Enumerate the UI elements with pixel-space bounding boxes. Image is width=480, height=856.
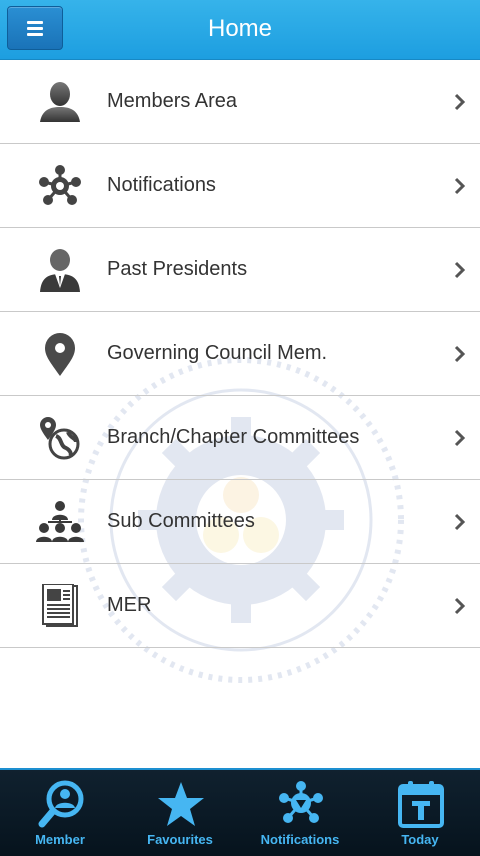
tab-today[interactable]: Today bbox=[360, 770, 480, 856]
star-icon bbox=[158, 782, 204, 826]
menu-item-governing-council[interactable]: Governing Council Mem. bbox=[0, 312, 480, 396]
menu-item-label: MER bbox=[107, 594, 152, 616]
menu-item-label: Governing Council Mem. bbox=[107, 342, 328, 364]
map-pin-icon bbox=[45, 333, 75, 376]
menu-item-sub-committees[interactable]: Sub Committees bbox=[0, 480, 480, 564]
menu-item-past-presidents[interactable]: Past Presidents bbox=[0, 228, 480, 312]
network-icon bbox=[39, 165, 81, 205]
chevron-right-icon bbox=[454, 513, 466, 531]
tab-favourites[interactable]: Favourites bbox=[120, 770, 240, 856]
tab-notifications[interactable]: Notifications bbox=[240, 770, 360, 856]
tab-member[interactable]: Member bbox=[0, 770, 120, 856]
globe-pin-icon bbox=[40, 417, 80, 460]
chevron-right-icon bbox=[454, 597, 466, 615]
home-menu-list: Members Area Notifications Past Presiden bbox=[0, 60, 480, 648]
menu-item-mer[interactable]: MER bbox=[0, 564, 480, 648]
app-header: Home bbox=[0, 0, 480, 60]
chevron-right-icon bbox=[454, 177, 466, 195]
menu-item-label: Branch/Chapter Committees bbox=[107, 426, 360, 448]
menu-item-label: Notifications bbox=[107, 174, 216, 196]
menu-item-label: Sub Committees bbox=[107, 510, 255, 532]
chevron-right-icon bbox=[454, 429, 466, 447]
menu-item-branch-committees[interactable]: Branch/Chapter Committees bbox=[0, 396, 480, 480]
menu-item-members-area[interactable]: Members Area bbox=[0, 60, 480, 144]
page-title: Home bbox=[207, 15, 273, 42]
tab-label: Member bbox=[35, 832, 85, 847]
search-person-icon bbox=[38, 780, 84, 828]
tab-label: Notifications bbox=[260, 832, 340, 847]
businessman-icon bbox=[40, 249, 80, 292]
person-icon bbox=[40, 82, 80, 122]
chevron-right-icon bbox=[454, 93, 466, 111]
org-chart-icon bbox=[36, 501, 84, 542]
chevron-right-icon bbox=[454, 345, 466, 363]
bottom-tab-bar: Member Favourites Notifications Today bbox=[0, 768, 480, 856]
newspaper-icon bbox=[42, 584, 78, 627]
calendar-icon bbox=[398, 781, 444, 828]
tab-label: Today bbox=[401, 832, 439, 847]
menu-item-notifications[interactable]: Notifications bbox=[0, 144, 480, 228]
menu-item-label: Members Area bbox=[107, 90, 238, 112]
network-icon bbox=[279, 781, 323, 823]
chevron-right-icon bbox=[454, 261, 466, 279]
tab-label: Favourites bbox=[147, 832, 213, 847]
menu-item-label: Past Presidents bbox=[107, 258, 248, 280]
